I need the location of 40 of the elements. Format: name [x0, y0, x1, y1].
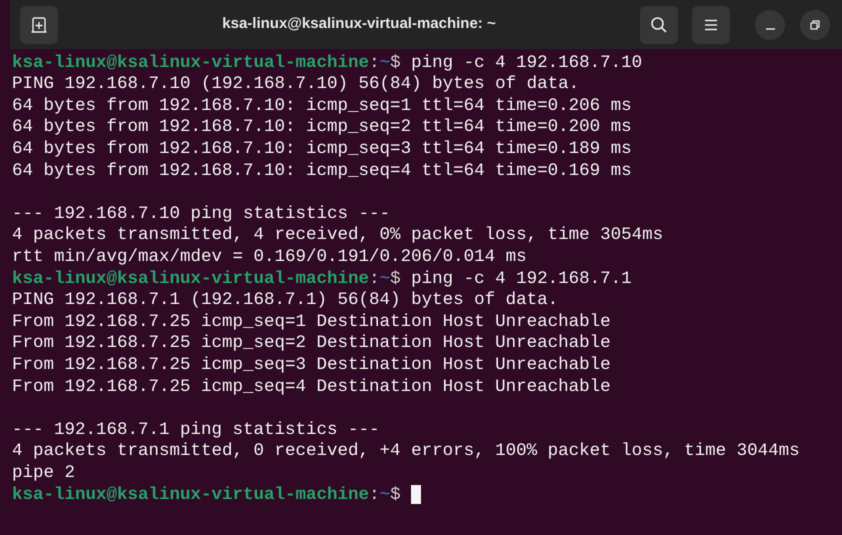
output-line: rtt min/avg/max/mdev = 0.169/0.191/0.206/0.014 ms: [12, 246, 527, 270]
prompt-separator: :: [369, 484, 380, 507]
output-line: pipe 2: [12, 462, 76, 485]
prompt-separator: :: [369, 52, 380, 75]
maximize-button[interactable]: [800, 10, 830, 40]
menu-button[interactable]: [692, 6, 730, 44]
prompt-user: ksa-linux@ksalinux-virtual-machine: [12, 268, 370, 291]
menu-icon: [704, 18, 718, 30]
output-line: 64 bytes from 192.168.7.10: icmp_seq=3 ttl=64 time=0.189 ms: [12, 138, 632, 162]
prompt-separator: :: [369, 268, 380, 291]
output-line: From 192.168.7.25 icmp_seq=3 Destination Host Unreachable: [12, 354, 611, 377]
command-text: ping -c 4 192.168.7.1: [411, 268, 632, 291]
new-tab-button[interactable]: [20, 6, 58, 44]
prompt-symbol: $: [390, 52, 401, 75]
output-line: --- 192.168.7.1 ping statistics ---: [12, 418, 380, 442]
output-line: 4 packets transmitted, 0 received, +4 errors, 100% packet loss, time 3044ms: [12, 440, 800, 464]
output-line: From 192.168.7.25 icmp_seq=2 Destination Host Unreachable: [12, 332, 611, 356]
output-line: --- 192.168.7.10 ping statistics ---: [12, 202, 390, 226]
output-line: 64 bytes from 192.168.7.10: icmp_seq=1 ttl=64 time=0.206 ms: [12, 94, 632, 118]
search-button[interactable]: [640, 6, 678, 44]
command-text: ping -c 4 192.168.7.10: [411, 52, 642, 75]
prompt-user: ksa-linux@ksalinux-virtual-machine: [12, 52, 370, 75]
prompt-path: ~: [380, 52, 390, 75]
restore-icon: [810, 20, 820, 30]
prompt-user: ksa-linux@ksalinux-virtual-machine: [12, 484, 370, 507]
output-line: From 192.168.7.25 icmp_seq=4 Destination Host Unreachable: [12, 376, 611, 399]
search-icon: [650, 16, 668, 34]
new-tab-icon: [30, 16, 48, 34]
output-line: 4 packets transmitted, 4 received, 0% packet loss, time 3054ms: [12, 224, 664, 248]
output-line: PING 192.168.7.10 (192.168.7.10) 56(84) bytes of data.: [12, 73, 580, 96]
window-title: ksa-linux@ksalinux-virtual-machine: ~: [222, 14, 496, 34]
minimize-icon: [766, 28, 774, 30]
prompt-symbol: $: [390, 484, 401, 507]
output-line: 64 bytes from 192.168.7.10: icmp_seq=4 ttl=64 time=0.169 ms: [12, 160, 632, 183]
prompt-symbol: $: [390, 268, 401, 291]
output-line: PING 192.168.7.1 (192.168.7.1) 56(84) bytes of data.: [12, 289, 558, 312]
prompt-path: ~: [380, 484, 390, 507]
output-line: From 192.168.7.25 icmp_seq=1 Destination Host Unreachable: [12, 310, 611, 334]
prompt-path: ~: [380, 268, 390, 291]
output-line: 64 bytes from 192.168.7.10: icmp_seq=2 ttl=64 time=0.200 ms: [12, 116, 632, 140]
